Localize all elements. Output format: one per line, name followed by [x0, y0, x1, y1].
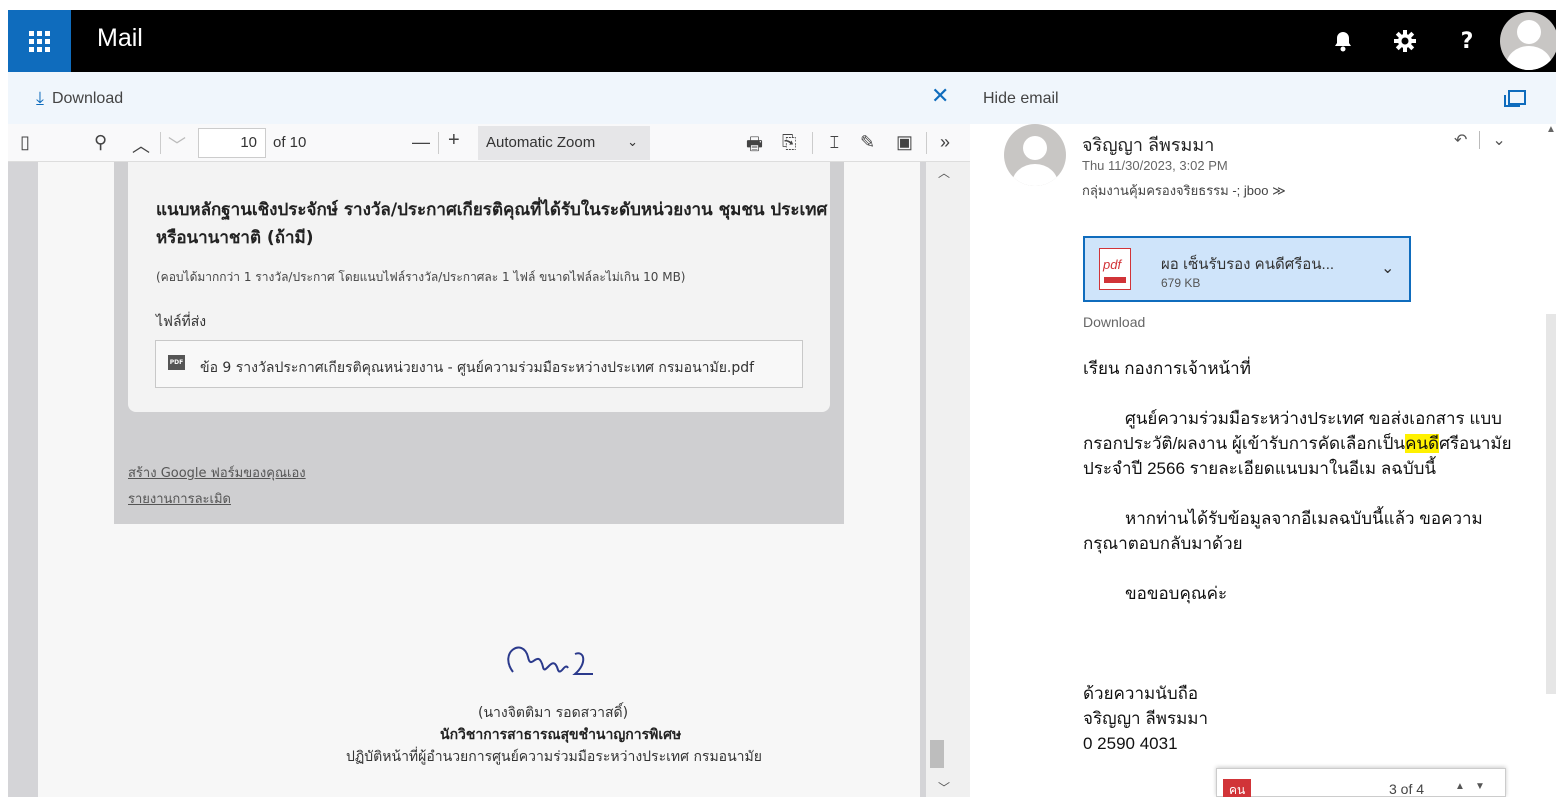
- top-bar: Mail ?: [8, 10, 1556, 72]
- reply-icon[interactable]: ↶: [1454, 130, 1467, 150]
- next-page-icon[interactable]: ﹀: [168, 132, 186, 158]
- chevron-down-icon: ⌄: [627, 134, 638, 149]
- email-reading-pane: จริญญา ลีพรมมา Thu 11/30/2023, 3:02 PM ก…: [970, 124, 1556, 797]
- draw-icon[interactable]: ✎: [860, 132, 875, 153]
- email-scrollbar[interactable]: ▲: [1546, 124, 1556, 797]
- app-title: Mail: [97, 24, 143, 52]
- find-term[interactable]: คน: [1223, 779, 1252, 797]
- attached-file-name: ข้อ 9 รางวัลประกาศเกียรติคุณหน่วยงาน - ศ…: [200, 360, 755, 376]
- settings-button[interactable]: [1374, 10, 1436, 72]
- download-label: Download: [51, 89, 124, 107]
- previous-page-icon[interactable]: ︿: [132, 132, 150, 158]
- scroll-up-icon[interactable]: ▲: [1546, 124, 1556, 135]
- scroll-up-icon[interactable]: ︿: [938, 164, 950, 181]
- close-preview-button[interactable]: ✕: [931, 84, 949, 109]
- files-label: ไฟล์ที่ส่ง: [156, 314, 207, 330]
- pdf-viewer[interactable]: แนบหลักฐานเชิงประจักษ์ รางวัล/ประกาศเกีย…: [8, 162, 970, 797]
- email-recipients[interactable]: กลุ่มงานคุ้มครองจริยธรรม -; jboo ≫: [1082, 180, 1286, 201]
- help-button[interactable]: ?: [1436, 10, 1498, 72]
- email-closing: ด้วยความนับถือ: [1083, 684, 1199, 703]
- hide-email-button[interactable]: Hide email: [983, 90, 1059, 108]
- notifications-button[interactable]: [1312, 10, 1374, 72]
- attached-file: PDF ข้อ 9 รางวัลประกาศเกียรติคุณหน่วยงาน…: [155, 340, 803, 388]
- gear-icon: [1394, 30, 1416, 52]
- attachment-name: ผอ เซ็นรับรอง คนดีศรีอน...: [1161, 256, 1335, 273]
- app-window: Mail ? ⤓ Download ✕ Hide email ▯ ⚲ ︿ ﹀ 1…: [0, 0, 1556, 797]
- email-greeting: เรียน กองการเจ้าหน้าที่: [1083, 359, 1251, 378]
- image-icon[interactable]: ▣: [896, 132, 913, 153]
- pdf-toolbar: ▯ ⚲ ︿ ﹀ 10 of 10 — + Automatic Zoom ⌄ 🖶 …: [8, 124, 970, 162]
- signer-position: นักวิชาการสาธารณสุขชำนาญการพิเศษ: [440, 727, 682, 743]
- signer-name: (นางจิตติมา รอดสวาสดิ์): [478, 705, 629, 721]
- search-icon[interactable]: ⚲: [94, 132, 107, 153]
- find-next-icon[interactable]: ▼: [1475, 781, 1485, 792]
- chevron-down-icon[interactable]: ⌄: [1492, 130, 1505, 150]
- email-body: เรียน กองการเจ้าหน้าที่ ศูนย์ความร่วมมือ…: [1083, 356, 1523, 756]
- close-icon: ✕: [931, 84, 950, 109]
- account-avatar[interactable]: [1500, 12, 1556, 70]
- bell-icon: [1335, 32, 1351, 52]
- sender-name[interactable]: จริญญา ลีพรมมา: [1082, 130, 1214, 159]
- attachment-menu-chevron-icon[interactable]: ⌄: [1381, 258, 1394, 278]
- popout-icon[interactable]: [1504, 90, 1526, 107]
- create-form-link: สร้าง Google ฟอร์มของคุณเอง: [128, 466, 306, 481]
- email-paragraph-2: หากท่านได้รับข้อมูลจากอีเมลฉบับนี้แล้ว ข…: [1083, 509, 1483, 553]
- pdf-page: แนบหลักฐานเชิงประจักษ์ รางวัล/ประกาศเกีย…: [38, 162, 920, 797]
- page-number-input[interactable]: 10: [198, 128, 266, 158]
- email-date: Thu 11/30/2023, 3:02 PM: [1082, 158, 1228, 173]
- zoom-out-button[interactable]: —: [412, 132, 430, 153]
- find-count: 3 of 4: [1389, 781, 1425, 797]
- email-signature-name: จริญญา ลีพรมมา: [1083, 709, 1209, 728]
- attachment-card[interactable]: pdf ผอ เซ็นรับรอง คนดีศรีอน... 679 KB ⌄: [1083, 236, 1411, 302]
- save-icon[interactable]: ⎘: [782, 132, 796, 153]
- print-icon[interactable]: 🖶: [746, 132, 763, 162]
- email-signature-phone: 0 2590 4031: [1083, 734, 1178, 753]
- reply-actions: ↶ ⌄: [1454, 130, 1506, 150]
- pdf-icon: pdf: [1099, 248, 1131, 290]
- handwritten-signature: [507, 646, 593, 675]
- download-button[interactable]: ⤓ Download: [36, 88, 123, 109]
- find-highlight: คนดี: [1405, 434, 1440, 453]
- pdf-scrollbar[interactable]: ︿ ﹀: [926, 162, 970, 797]
- question-title: แนบหลักฐานเชิงประจักษ์ รางวัล/ประกาศเกีย…: [156, 200, 828, 248]
- command-bar: ⤓ Download ✕ Hide email: [8, 72, 1556, 124]
- email-paragraph-1: ศูนย์ความร่วมมือระหว่างประเทศ ขอส่งเอกสา…: [1083, 409, 1512, 478]
- scroll-thumb[interactable]: [930, 740, 944, 768]
- zoom-select-value: Automatic Zoom: [486, 134, 596, 151]
- page-count: of 10: [273, 134, 307, 151]
- scroll-down-icon[interactable]: ﹀: [938, 779, 950, 796]
- report-abuse-link: รายงานการละเมิด: [128, 492, 231, 507]
- help-icon: ?: [1460, 28, 1474, 54]
- signer-department: ปฏิบัติหน้าที่ผู้อำนวยการศูนย์ความร่วมมื…: [346, 749, 762, 765]
- zoom-select[interactable]: Automatic Zoom ⌄: [478, 126, 650, 160]
- zoom-in-button[interactable]: +: [448, 129, 460, 152]
- attachment-size: 679 KB: [1161, 276, 1201, 290]
- sidebar-toggle-icon[interactable]: ▯: [20, 132, 30, 153]
- find-previous-icon[interactable]: ▲: [1455, 781, 1465, 792]
- scroll-thumb[interactable]: [1546, 314, 1556, 694]
- download-attachment-link[interactable]: Download: [1083, 314, 1145, 330]
- question-description: (คอบได้มากกว่า 1 รางวัล/ประกาศ โดยแนบไฟล…: [156, 270, 686, 284]
- download-icon: ⤓: [36, 88, 44, 108]
- pdf-file-icon: PDF: [168, 355, 185, 370]
- find-bar: คน 3 of 4 ▲ ▼: [1216, 768, 1506, 797]
- waffle-icon: [29, 30, 50, 52]
- app-launcher-button[interactable]: [8, 10, 71, 72]
- more-tools-icon[interactable]: »: [940, 132, 950, 153]
- text-select-icon[interactable]: 𝙸: [828, 132, 841, 153]
- sender-avatar[interactable]: [1004, 124, 1066, 186]
- email-thanks: ขอขอบคุณค่ะ: [1125, 584, 1228, 603]
